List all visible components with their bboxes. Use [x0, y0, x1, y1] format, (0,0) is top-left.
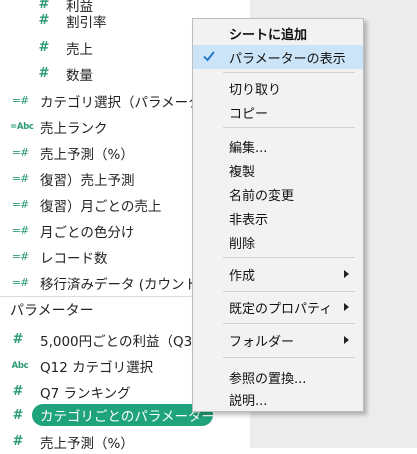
field-label: 割引率 — [66, 14, 107, 31]
menu-item-label: フォルダー — [229, 334, 295, 350]
menu-item-label: パラメーターの表示 — [229, 51, 346, 67]
field-row[interactable]: # 売上 — [36, 35, 196, 60]
menu-separator — [223, 291, 355, 292]
field-label: 復習）売上予測 — [40, 172, 135, 189]
menu-item-cut[interactable]: 切り取り — [193, 76, 363, 100]
menu-separator — [223, 257, 355, 258]
field-label: 月ごとの色分け — [40, 224, 135, 241]
number-icon: # — [38, 13, 50, 28]
calc-number-icon: =# — [11, 198, 29, 211]
field-label: 数量 — [66, 67, 93, 84]
menu-item-describe[interactable]: 説明... — [193, 387, 363, 411]
menu-item-replace-references[interactable]: 参照の置換... — [193, 365, 363, 389]
parameter-label: Q7 ランキング — [40, 385, 131, 402]
number-icon: # — [12, 384, 24, 399]
calc-number-icon: =# — [11, 94, 29, 107]
menu-item-label: 説明... — [229, 393, 268, 409]
menu-separator — [223, 72, 355, 73]
menu-separator — [223, 323, 355, 324]
menu-item-folder[interactable]: フォルダー — [193, 328, 363, 352]
menu-item-label: 編集... — [229, 140, 268, 156]
menu-item-hide[interactable]: 非表示 — [193, 206, 363, 230]
calc-number-icon: =# — [11, 172, 29, 185]
menu-item-label: シートに追加 — [229, 27, 308, 43]
menu-item-label: 既定のプロパティ — [229, 301, 333, 317]
menu-item-label: 切り取り — [229, 82, 282, 98]
calc-number-icon: =# — [11, 276, 29, 289]
submenu-arrow-icon — [344, 270, 349, 278]
menu-item-default-properties[interactable]: 既定のプロパティ — [193, 295, 363, 319]
menu-item-edit[interactable]: 編集... — [193, 134, 363, 158]
calc-number-icon: =# — [11, 250, 29, 263]
field-label: レコード数 — [40, 250, 108, 267]
number-icon: # — [38, 40, 50, 55]
menu-item-duplicate[interactable]: 複製 — [193, 158, 363, 182]
field-label: 移行済みデータ (カウント) — [40, 276, 204, 293]
menu-item-copy[interactable]: コピー — [193, 100, 363, 124]
checkmark-icon — [203, 51, 215, 62]
field-label: 売上 — [66, 41, 93, 58]
submenu-arrow-icon — [344, 303, 349, 311]
context-menu: シートに追加 パラメーターの表示 切り取り コピー 編集... 複製 名前の変更… — [192, 18, 364, 412]
menu-item-add-to-sheet[interactable]: シートに追加 — [193, 21, 363, 45]
menu-item-label: 非表示 — [229, 212, 269, 228]
number-icon: # — [12, 434, 24, 449]
calc-string-icon: =Abc — [10, 121, 34, 132]
parameter-label: Q12 カテゴリ選択 — [40, 359, 154, 376]
menu-separator — [223, 357, 355, 358]
menu-item-label: 作成 — [229, 268, 256, 284]
parameter-label: 5,000円ごとの利益（Q3 — [40, 333, 193, 350]
menu-item-label: 複製 — [229, 164, 256, 180]
number-icon: # — [12, 332, 24, 347]
menu-item-label: 参照の置換... — [229, 371, 307, 387]
parameters-heading: パラメーター — [10, 303, 94, 319]
menu-item-label: 名前の変更 — [229, 188, 295, 204]
submenu-arrow-icon — [344, 336, 349, 344]
menu-separator — [223, 127, 355, 128]
menu-item-show-parameter[interactable]: パラメーターの表示 — [193, 45, 363, 69]
menu-item-label: コピー — [229, 106, 269, 122]
selected-parameter[interactable]: カテゴリごとのパラメーターQ2 — [32, 404, 234, 426]
calc-number-icon: =# — [11, 224, 29, 237]
menu-item-delete[interactable]: 削除 — [193, 230, 363, 254]
parameter-label: 売上予測（%） — [40, 435, 134, 452]
field-row[interactable]: # 割引率 — [36, 8, 196, 33]
field-row[interactable]: # 数量 — [36, 61, 196, 86]
menu-item-rename[interactable]: 名前の変更 — [193, 182, 363, 206]
calc-number-icon: =# — [11, 146, 29, 159]
number-icon: # — [12, 408, 24, 423]
field-label: 売上予測（%） — [40, 146, 134, 163]
parameter-row[interactable]: # 売上予測（%） — [10, 429, 260, 454]
menu-item-label: 削除 — [229, 236, 256, 252]
string-icon: Abc — [11, 360, 29, 371]
field-label: 復習）月ごとの売上 — [40, 198, 162, 215]
number-icon: # — [38, 66, 50, 81]
data-pane: # 利益 # 割引率 # 売上 # 数量 =# カテゴリ選択（パラメーターC =… — [0, 0, 417, 452]
menu-item-create[interactable]: 作成 — [193, 262, 363, 286]
field-label: 売上ランク — [40, 120, 108, 137]
